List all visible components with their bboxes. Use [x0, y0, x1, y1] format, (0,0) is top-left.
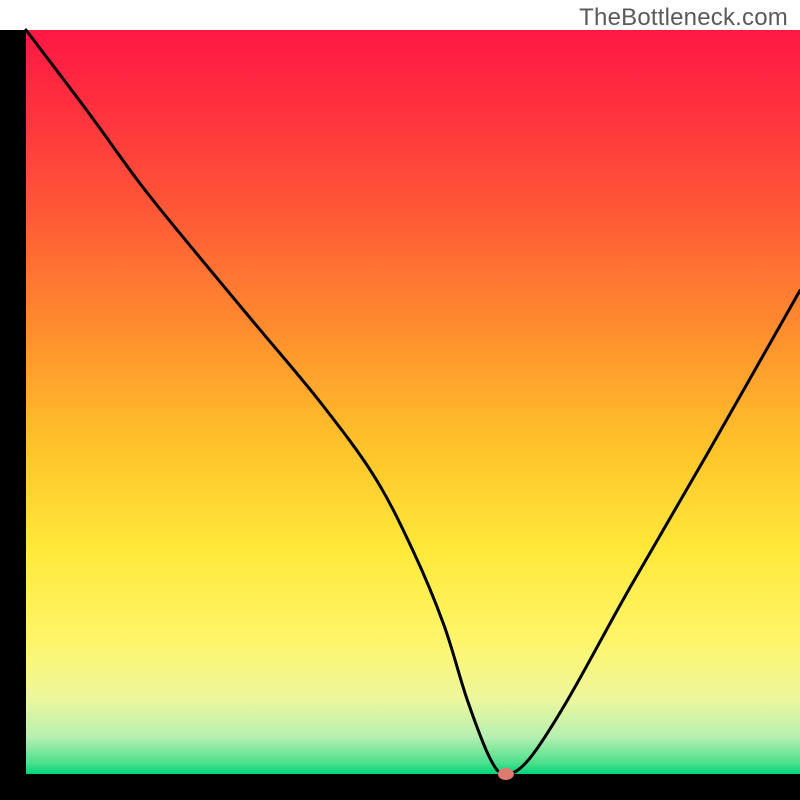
watermark-text: TheBottleneck.com	[579, 4, 788, 32]
optimal-point-marker	[498, 768, 514, 780]
chart-container: TheBottleneck.com	[0, 0, 800, 800]
y-axis	[0, 30, 26, 800]
gradient-background	[26, 30, 800, 774]
bottleneck-chart	[0, 0, 800, 800]
x-axis	[0, 774, 800, 800]
